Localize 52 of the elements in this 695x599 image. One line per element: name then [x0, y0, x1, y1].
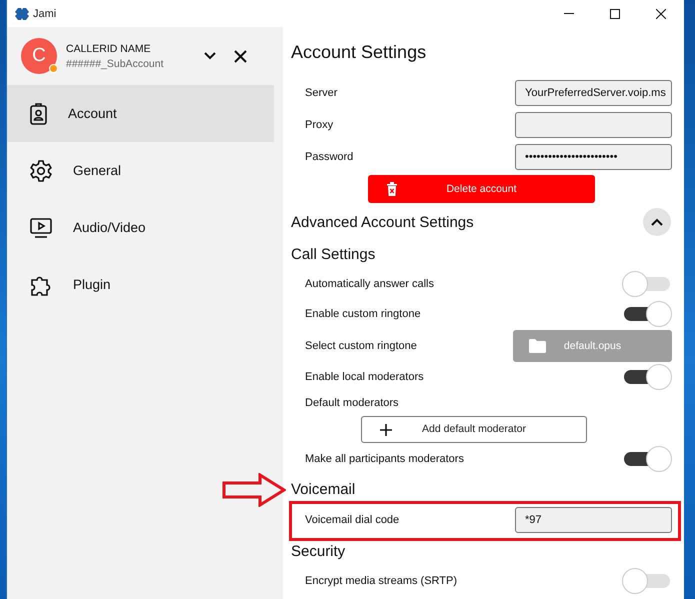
field-label: Voicemail dial code	[305, 514, 400, 526]
minimize-icon	[564, 13, 574, 14]
section-heading: Call Settings	[291, 246, 376, 262]
collapse-button[interactable]	[643, 208, 671, 236]
toggle-switch[interactable]	[622, 568, 672, 594]
status-dot	[49, 64, 58, 73]
callout-arrow	[222, 473, 286, 507]
chevron-icon	[651, 218, 663, 226]
trash-icon	[386, 182, 398, 196]
input-field[interactable]	[515, 112, 672, 138]
field-label: Proxy	[305, 119, 334, 131]
sidebar-item[interactable]: General	[7, 142, 274, 199]
maximize-icon	[610, 8, 620, 18]
sidebar-item[interactable]: Plugin	[7, 256, 274, 313]
field-label: Password	[305, 151, 354, 163]
setting-label: Make all participants moderators	[305, 453, 464, 465]
video-icon	[30, 218, 52, 238]
add-moderator-button[interactable]: Add default moderator	[361, 416, 587, 442]
setting-label: Enable custom ringtone	[305, 308, 421, 320]
gear-icon	[30, 160, 52, 182]
setting-label: Encrypt media streams (SRTP)	[305, 575, 458, 587]
sidebar-item[interactable]: Account	[7, 85, 274, 142]
setting-label: Automatically answer calls	[305, 278, 434, 290]
dropdown-button[interactable]	[204, 52, 216, 60]
app-logo-icon	[15, 8, 29, 20]
close-icon	[656, 8, 666, 18]
section-heading: Security	[291, 542, 346, 560]
sidebar-item[interactable]: Audio/Video	[7, 199, 274, 256]
field-label: Server	[305, 87, 338, 99]
toggle-switch[interactable]	[622, 364, 672, 390]
window-title: Jami	[33, 8, 56, 20]
account-name: CALLERID NAME	[66, 42, 152, 54]
setting-label: Default moderators	[305, 397, 399, 409]
avatar: C	[21, 38, 57, 74]
plus-icon	[380, 424, 392, 436]
id-badge-icon	[30, 102, 47, 124]
folder-icon	[529, 338, 546, 352]
section-heading: Advanced Account Settings	[291, 214, 474, 230]
input-field[interactable]: YourPreferredServer.voip.ms	[515, 80, 672, 106]
input-field[interactable]: ••••••••••••••••••••••••	[515, 144, 672, 170]
account-id: ######_SubAccount	[66, 58, 164, 70]
page-title: Account Settings	[291, 40, 428, 64]
toggle-switch[interactable]	[622, 301, 672, 327]
section-heading: Voicemail	[291, 480, 356, 498]
delete-account-button[interactable]: Delete account	[368, 175, 595, 203]
toggle-switch[interactable]	[622, 446, 672, 472]
setting-label: Select custom ringtone	[305, 340, 417, 352]
toggle-switch[interactable]	[622, 271, 672, 297]
puzzle-icon	[30, 274, 52, 296]
close-settings-button[interactable]	[234, 50, 246, 62]
input-field[interactable]: *97	[515, 507, 672, 533]
setting-label: Enable local moderators	[305, 371, 424, 383]
